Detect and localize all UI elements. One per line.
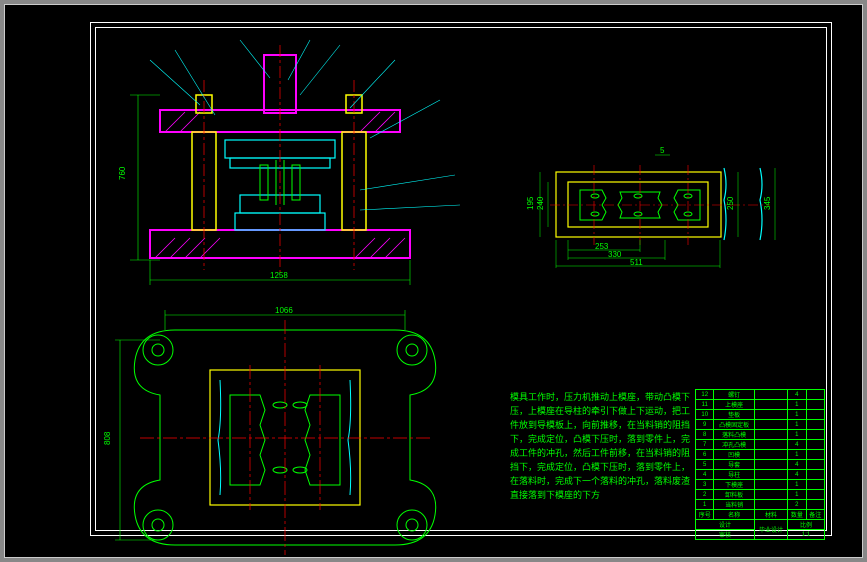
dim-330: 330 [608, 250, 622, 259]
dim-195: 195 [526, 196, 535, 210]
dim-plan-height: 808 [103, 431, 112, 445]
dim-511: 511 [630, 258, 643, 267]
plan-view: 1066 808 [103, 306, 436, 555]
dim-240: 240 [536, 196, 545, 210]
title-block: 12螺钉4 11上模座1 10垫板1 9凸模固定板1 8落料凸模1 7冲孔凸模4… [695, 389, 825, 534]
dim-section-width: 1258 [270, 271, 288, 280]
technical-notes: 模具工作时，压力机推动上模座，带动凸模下压，上模座在导柱的牵引下做上下运动，把工… [510, 390, 690, 502]
dim-plan-width: 1066 [275, 306, 293, 315]
dim-section-height: 760 [118, 166, 127, 180]
strip-layout-view: 5 253 330 511 195 240 250 345 [526, 146, 775, 268]
dim-5: 5 [660, 146, 665, 155]
dim-345: 345 [763, 196, 772, 210]
dim-253: 253 [595, 242, 609, 251]
section-view: 1258 760 [118, 40, 460, 285]
dim-250: 250 [726, 196, 735, 210]
drawing-title: 毕业设计 [754, 520, 787, 540]
